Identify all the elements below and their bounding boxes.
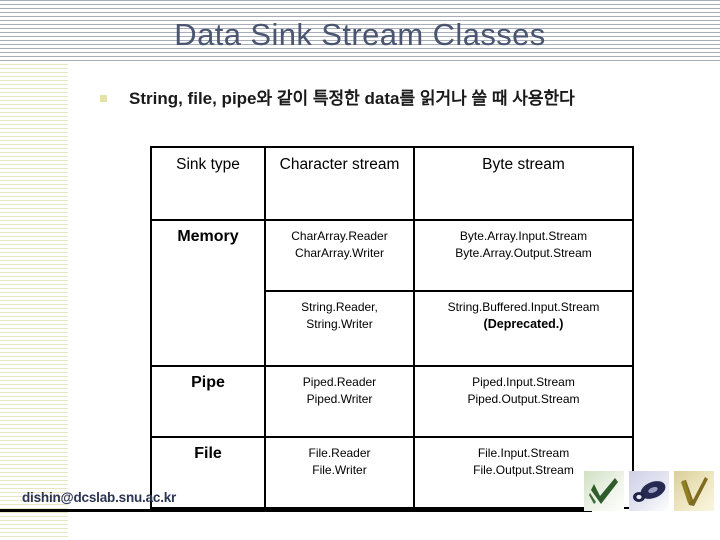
cell-line: Piped.Writer bbox=[306, 392, 373, 406]
cell-line: CharArray.Writer bbox=[295, 246, 384, 260]
cell-line: File.Reader bbox=[308, 446, 371, 460]
cell-pipe-byte: Piped.Input.Stream Piped.Output.Stream bbox=[413, 365, 634, 438]
data-sink-stream-table: Sink type Character stream Byte stream M… bbox=[150, 146, 634, 509]
checkmark-icon bbox=[681, 477, 708, 506]
cell-line: String.Reader, bbox=[301, 300, 378, 314]
cell-line: Piped.Input.Stream bbox=[472, 375, 575, 389]
table-row: File File.Reader File.Writer File.Input.… bbox=[150, 436, 634, 509]
cell-line: Piped.Reader bbox=[302, 375, 377, 389]
cell-file-character: File.Reader File.Writer bbox=[264, 436, 415, 509]
square-bullet-icon bbox=[100, 95, 107, 102]
cell-memory-byte: Byte.Array.Input.Stream Byte.Array.Outpu… bbox=[413, 219, 634, 292]
slide-canvas: Data Sink Stream Classes String, file, p… bbox=[0, 0, 720, 540]
bullet-item-text: String, file, pipe와 같이 특정한 data를 읽거나 쓸 때… bbox=[129, 89, 575, 108]
cell-memory-character: CharArray.Reader CharArray.Writer bbox=[264, 219, 415, 292]
page-title: Data Sink Stream Classes bbox=[174, 17, 546, 52]
dark-ellipse-thumbnail bbox=[629, 471, 669, 511]
cell-pipe-character: Piped.Reader Piped.Writer bbox=[264, 365, 415, 438]
table-row: Memory CharArray.Reader CharArray.Writer… bbox=[150, 219, 634, 367]
cell-line: CharArray.Reader bbox=[291, 229, 388, 243]
column-header-sink-type: Sink type bbox=[150, 146, 266, 221]
footer-email: dishin@dcslab.snu.ac.kr bbox=[22, 490, 177, 505]
row-label-memory: Memory bbox=[150, 219, 266, 367]
cell-line: String.Buffered.Input.Stream bbox=[447, 300, 600, 314]
cell-string-character: String.Reader, String.Writer bbox=[264, 290, 415, 367]
ellipse-pen-icon bbox=[633, 481, 666, 502]
gold-checkmark-thumbnail bbox=[674, 471, 714, 511]
table-header-row: Sink type Character stream Byte stream bbox=[150, 146, 634, 221]
cell-line: File.Writer bbox=[312, 463, 367, 477]
column-header-character-stream: Character stream bbox=[264, 146, 415, 221]
left-stripe-band bbox=[0, 64, 68, 540]
bullet-item: String, file, pipe와 같이 특정한 data를 읽거나 쓸 때… bbox=[100, 86, 700, 111]
cell-line: Byte.Array.Output.Stream bbox=[455, 246, 592, 260]
footer-divider bbox=[0, 509, 592, 512]
cell-string-byte: String.Buffered.Input.Stream (Deprecated… bbox=[413, 290, 634, 367]
cell-line: Byte.Array.Input.Stream bbox=[459, 229, 588, 243]
column-header-byte-stream: Byte stream bbox=[413, 146, 634, 221]
row-label-pipe: Pipe bbox=[150, 365, 266, 438]
thumbnail-strip bbox=[584, 471, 714, 511]
green-checkmark-thumbnail bbox=[584, 471, 624, 511]
cell-line: File.Input.Stream bbox=[477, 446, 570, 460]
cell-line: Piped.Output.Stream bbox=[467, 392, 580, 406]
table-row: Pipe Piped.Reader Piped.Writer Piped.Inp… bbox=[150, 365, 634, 438]
checkmark-icon bbox=[589, 478, 618, 504]
cell-line-deprecated: (Deprecated.) bbox=[483, 317, 564, 331]
cell-line: String.Writer bbox=[306, 317, 373, 331]
